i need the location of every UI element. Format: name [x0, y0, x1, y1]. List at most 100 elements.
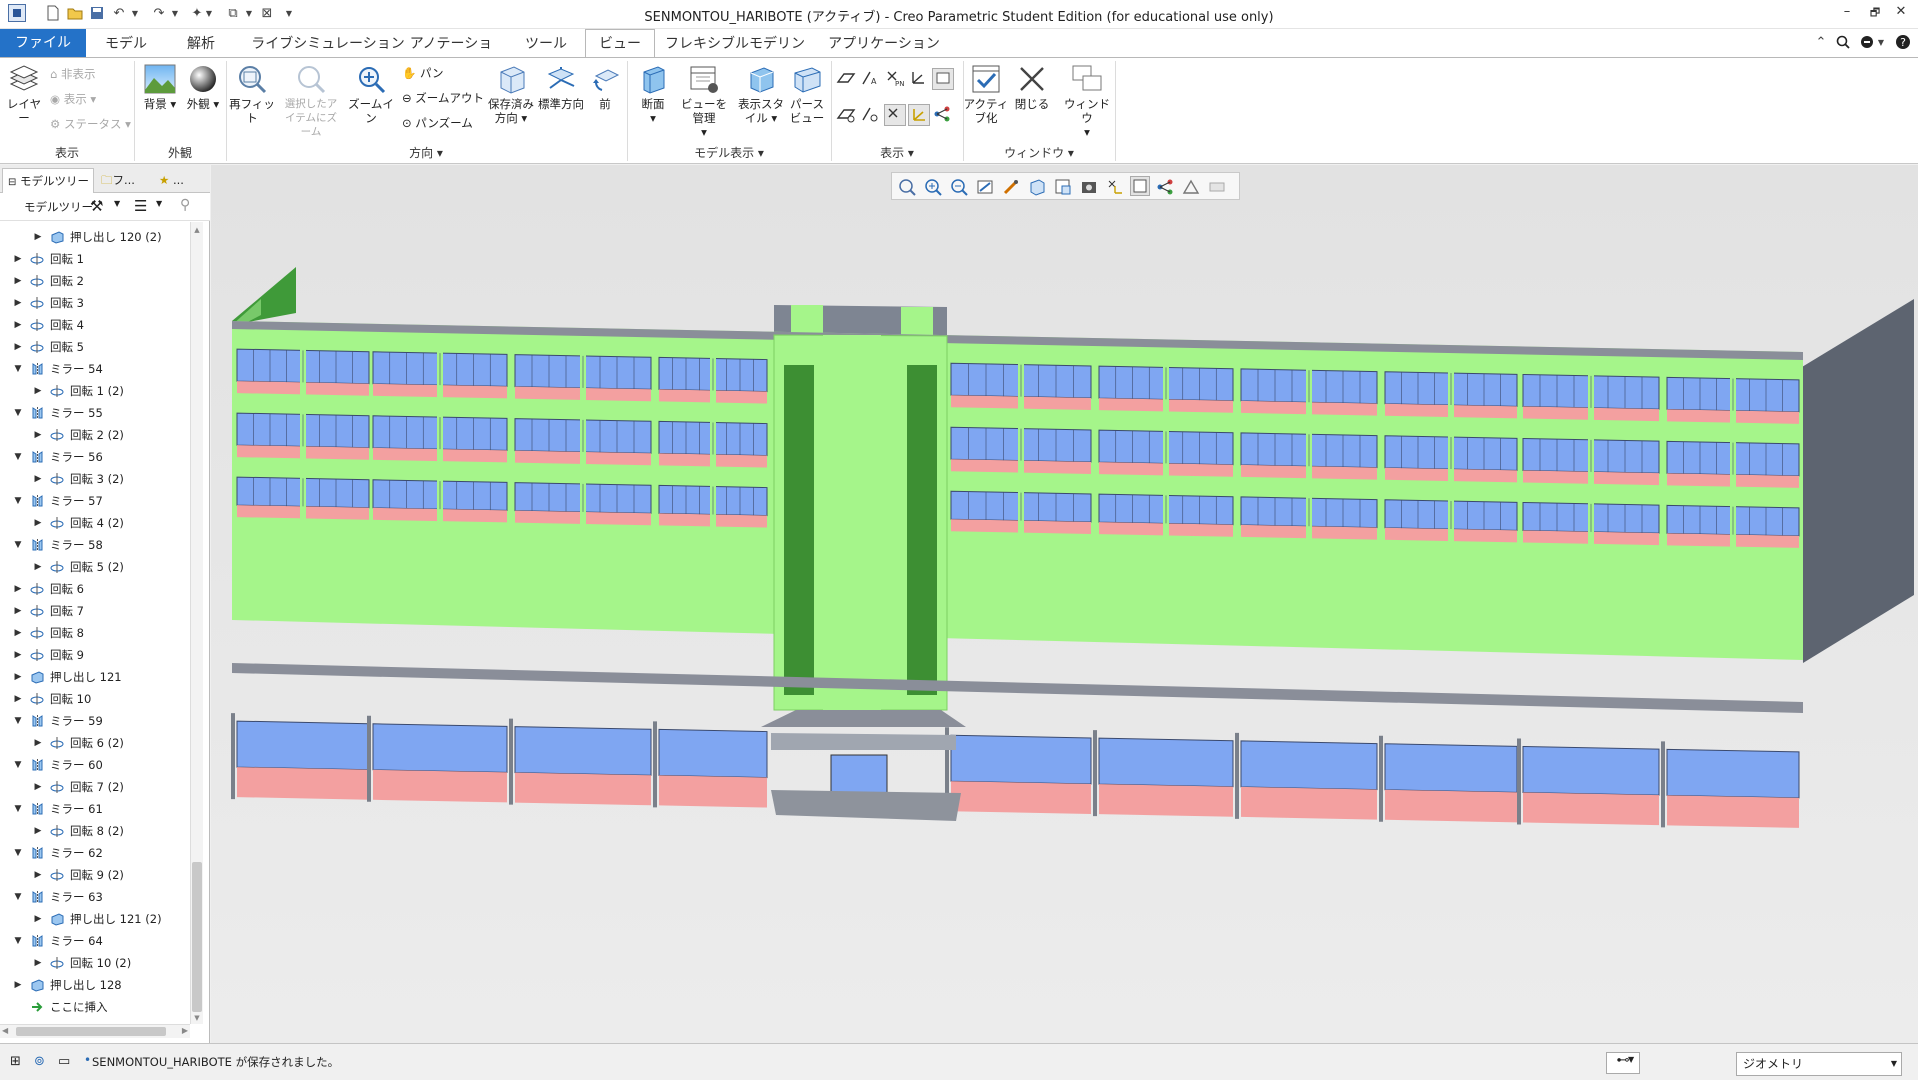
tree-item[interactable]: ▶ 回転 6 (2) — [0, 732, 190, 754]
tab-applications[interactable]: アプリケーション — [828, 31, 940, 57]
tree-item[interactable]: ▼ ミラー 56 — [0, 446, 190, 468]
tree-item[interactable]: ▶ 回転 7 — [0, 600, 190, 622]
layer-button[interactable]: レイヤー — [4, 64, 44, 125]
hide-button[interactable]: ⌂ 非表示 — [50, 65, 95, 83]
tree-item[interactable]: ▼ ミラー 61 — [0, 798, 190, 820]
tree-item[interactable]: ▶ 回転 6 — [0, 578, 190, 600]
plane-display-icon[interactable] — [836, 68, 856, 88]
tree-item[interactable]: ▼ ミラー 59 — [0, 710, 190, 732]
collapse-ribbon-icon[interactable]: ⌃ — [1812, 33, 1830, 51]
expand-arrow-icon[interactable]: ▶ — [32, 820, 44, 842]
tree-item[interactable]: ▶ 押し出し 120 (2) — [0, 226, 190, 248]
csys-tag-display-icon[interactable] — [908, 104, 930, 126]
perspective-view-button[interactable]: パースビュー — [788, 64, 826, 125]
tree-item[interactable]: ▼ ミラー 57 — [0, 490, 190, 512]
expand-arrow-icon[interactable]: ▶ — [12, 644, 24, 666]
find-icon[interactable]: ⊷ — [1606, 1052, 1640, 1074]
collapse-arrow-icon[interactable]: ▼ — [12, 710, 24, 732]
show-button[interactable]: ◉ 表示 ▾ — [50, 90, 96, 108]
collapse-arrow-icon[interactable]: ▼ — [12, 402, 24, 424]
tree-item[interactable]: ▼ ミラー 54 — [0, 358, 190, 380]
community-dropdown-icon[interactable]: ▼ — [1872, 33, 1890, 51]
collapse-arrow-icon[interactable]: ▼ — [12, 930, 24, 952]
spin-center-icon[interactable] — [932, 104, 952, 124]
expand-arrow-icon[interactable]: ▶ — [32, 864, 44, 886]
expand-arrow-icon[interactable]: ▶ — [12, 314, 24, 336]
collapse-arrow-icon[interactable]: ▼ — [12, 534, 24, 556]
close-window-button[interactable]: 閉じる — [1012, 64, 1052, 111]
previous-view-button[interactable]: 前 — [588, 64, 622, 111]
point-display-icon[interactable]: PNT — [884, 68, 909, 88]
tree-item[interactable]: ▶ 回転 1 — [0, 248, 190, 270]
tab-favorites[interactable]: ★ ... — [154, 168, 208, 193]
section-button[interactable]: 断面 ▾ — [633, 64, 673, 125]
toggle-navigator-icon[interactable]: ⊞ — [10, 1054, 21, 1069]
collapse-arrow-icon[interactable]: ▼ — [12, 842, 24, 864]
annotation-display-icon[interactable] — [932, 68, 954, 90]
tree-item[interactable]: ▶ 回転 8 — [0, 622, 190, 644]
manage-views-button[interactable]: ビューを管理 ▾ — [676, 64, 732, 139]
expand-arrow-icon[interactable]: ▶ — [32, 908, 44, 930]
tree-item[interactable]: ▶ 回転 1 (2) — [0, 380, 190, 402]
background-button[interactable]: 背景 ▾ — [140, 64, 180, 111]
find-dropdown-icon[interactable]: ▼ — [1628, 1055, 1634, 1064]
close-button[interactable]: ✕ — [1890, 4, 1912, 24]
expand-arrow-icon[interactable]: ▶ — [32, 424, 44, 446]
tree-item[interactable]: ▶ 回転 9 — [0, 644, 190, 666]
zoom-to-selected-button[interactable]: 選択したアイテムにズーム — [280, 64, 342, 139]
expand-arrow-icon[interactable]: ▶ — [12, 622, 24, 644]
plane-tag-display-icon[interactable] — [836, 104, 856, 124]
tree-item[interactable]: ▶ 回転 5 — [0, 336, 190, 358]
tab-model[interactable]: モデル — [96, 31, 156, 57]
expand-arrow-icon[interactable]: ▶ — [12, 578, 24, 600]
tree-item[interactable]: ▶ 回転 8 (2) — [0, 820, 190, 842]
zoom-in-button[interactable]: ズームイン — [346, 64, 396, 125]
tree-item[interactable]: ▶ 回転 4 — [0, 314, 190, 336]
graphics-window[interactable] — [211, 165, 1918, 1043]
expand-arrow-icon[interactable]: ▶ — [12, 600, 24, 622]
expand-arrow-icon[interactable]: ▶ — [32, 226, 44, 248]
building-3d-model[interactable] — [211, 165, 1918, 1043]
axis-display-icon[interactable]: A — [860, 68, 880, 88]
tab-model-tree[interactable]: ⊟ モデルツリー — [2, 168, 94, 193]
csys-display-icon[interactable] — [908, 68, 928, 88]
orientation-group-label[interactable]: 方向 ▾ — [226, 144, 626, 162]
tree-settings-dropdown-icon[interactable]: ▼ — [114, 199, 120, 208]
expand-arrow-icon[interactable]: ▶ — [12, 688, 24, 710]
help-icon[interactable]: ? — [1894, 33, 1912, 51]
standard-orientation-button[interactable]: 標準方向 — [538, 64, 584, 111]
tree-item[interactable]: ▶ 回転 2 — [0, 270, 190, 292]
expand-arrow-icon[interactable]: ▶ — [12, 336, 24, 358]
expand-arrow-icon[interactable]: ▶ — [32, 556, 44, 578]
expand-arrow-icon[interactable]: ▶ — [32, 468, 44, 490]
collapse-arrow-icon[interactable]: ▼ — [12, 798, 24, 820]
tree-item[interactable]: ▶ 回転 10 — [0, 688, 190, 710]
tree-filter-icon[interactable]: ⚲ — [180, 197, 190, 213]
saved-orientations-button[interactable]: 保存済み方向 ▾ — [488, 64, 534, 125]
window-group-label[interactable]: ウィンドウ ▾ — [963, 144, 1115, 162]
tree-scroll-thumb[interactable] — [192, 862, 202, 1012]
browser-icon[interactable]: ⊚ — [34, 1054, 45, 1069]
tab-live-simulation[interactable]: ライブシミュレーション — [244, 31, 412, 57]
tree-hscroll-thumb[interactable] — [16, 1027, 166, 1036]
selection-filter-select[interactable]: ジオメトリ ▼ — [1736, 1052, 1902, 1076]
tree-item[interactable]: ここに挿入 — [0, 996, 190, 1018]
tree-item[interactable]: ▶ 回転 5 (2) — [0, 556, 190, 578]
tree-item[interactable]: ▶ 回転 10 (2) — [0, 952, 190, 974]
zoom-out-button[interactable]: ⊖ ズームアウト — [402, 89, 484, 107]
expand-arrow-icon[interactable]: ▶ — [12, 248, 24, 270]
collapse-arrow-icon[interactable]: ▼ — [12, 490, 24, 512]
tab-annotation[interactable]: アノテーション — [406, 31, 496, 78]
tree-item[interactable]: ▼ ミラー 62 — [0, 842, 190, 864]
display-style-button[interactable]: 表示スタイル ▾ — [738, 64, 784, 125]
expand-arrow-icon[interactable]: ▶ — [32, 952, 44, 974]
tab-view[interactable]: ビュー — [585, 29, 655, 58]
expand-arrow-icon[interactable]: ▶ — [32, 380, 44, 402]
tree-item[interactable]: ▼ ミラー 64 — [0, 930, 190, 952]
tree-columns-dropdown-icon[interactable]: ▼ — [156, 199, 162, 208]
collapse-arrow-icon[interactable]: ▼ — [12, 754, 24, 776]
tree-item[interactable]: ▶ 回転 4 (2) — [0, 512, 190, 534]
tree-vertical-scrollbar[interactable]: ▲ ▼ — [190, 222, 203, 1024]
tree-item[interactable]: ▶ 回転 3 (2) — [0, 468, 190, 490]
tree-item[interactable]: ▼ ミラー 55 — [0, 402, 190, 424]
